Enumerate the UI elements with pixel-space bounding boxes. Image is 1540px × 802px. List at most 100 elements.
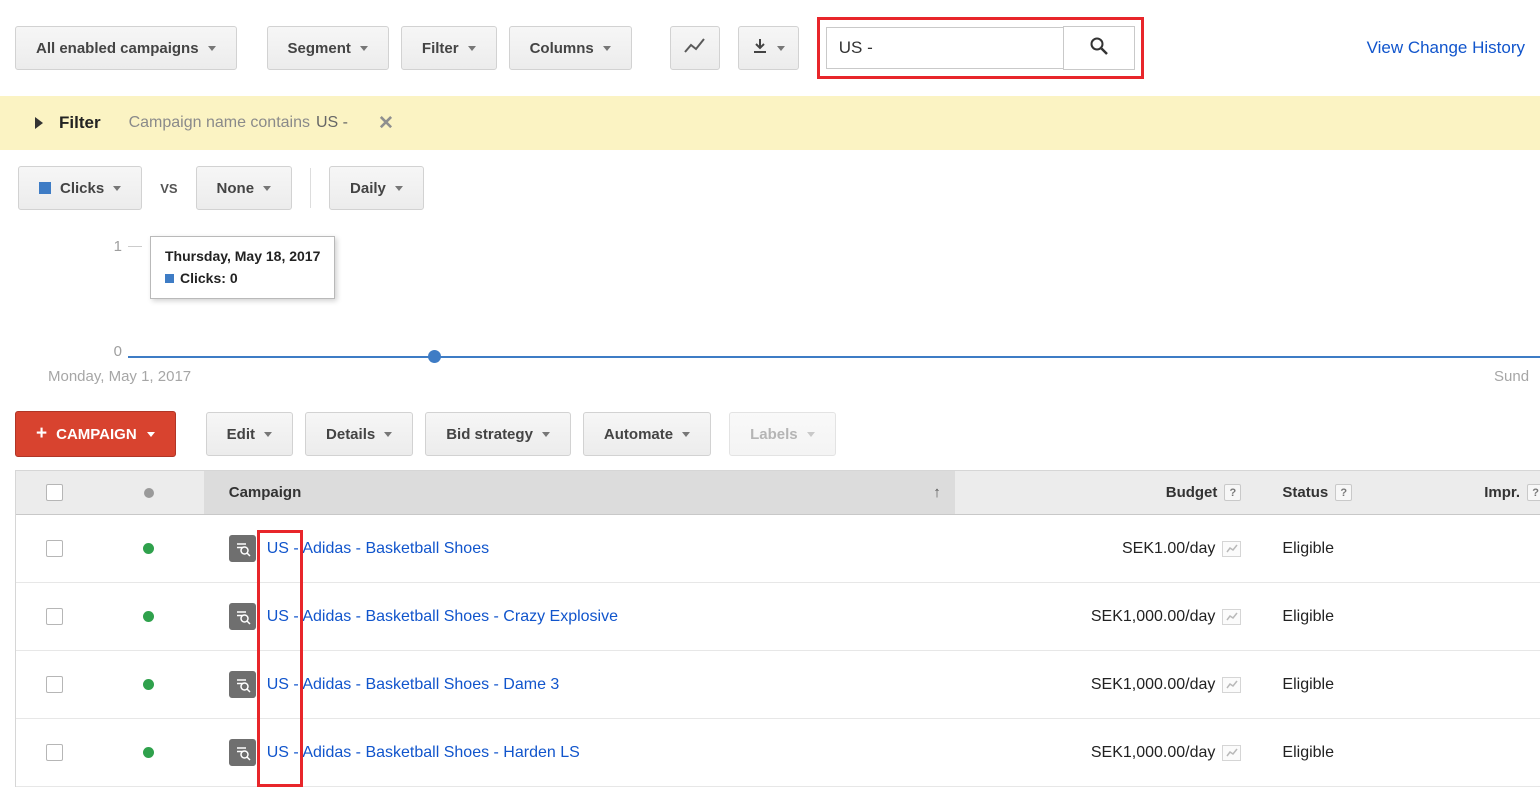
campaign-name-link[interactable]: US - Adidas - Basketball Shoes - Crazy E… bbox=[267, 608, 618, 626]
x-axis-label-start: Monday, May 1, 2017 bbox=[48, 368, 191, 385]
vs-label: VS bbox=[160, 181, 177, 196]
header-budget[interactable]: Budget ? bbox=[955, 471, 1267, 514]
action-bar: + CAMPAIGN Edit Details Bid strategy Aut… bbox=[0, 398, 1540, 470]
edit-label: Edit bbox=[227, 426, 255, 443]
search-button[interactable] bbox=[1063, 26, 1135, 70]
filter-condition-value: US - bbox=[316, 114, 348, 132]
chevron-down-icon bbox=[395, 186, 403, 191]
campaign-name-link[interactable]: US - Adidas - Basketball Shoes - Harden … bbox=[267, 744, 580, 762]
campaign-drilldown-icon[interactable] bbox=[229, 671, 256, 698]
campaign-drilldown-icon[interactable] bbox=[229, 739, 256, 766]
budget-chart-icon[interactable] bbox=[1222, 609, 1241, 625]
automate-dropdown[interactable]: Automate bbox=[583, 412, 711, 456]
y-axis-label-max: 1 bbox=[98, 238, 122, 255]
view-change-history-link[interactable]: View Change History bbox=[1367, 38, 1525, 58]
columns-label: Columns bbox=[530, 40, 594, 57]
chevron-down-icon bbox=[682, 432, 690, 437]
filter-condition: Campaign name contains bbox=[129, 114, 310, 132]
chevron-down-icon bbox=[542, 432, 550, 437]
campaign-header-label: Campaign bbox=[229, 484, 302, 501]
chart-toggle-button[interactable] bbox=[670, 26, 720, 70]
header-checkbox-cell bbox=[16, 471, 94, 514]
filter-bar: Filter Campaign name contains US - ✕ bbox=[0, 96, 1540, 150]
budget-header-label: Budget bbox=[1166, 484, 1218, 501]
chevron-down-icon bbox=[208, 46, 216, 51]
interval-dropdown[interactable]: Daily bbox=[329, 166, 424, 210]
filter-dropdown[interactable]: Filter bbox=[401, 26, 497, 70]
details-dropdown[interactable]: Details bbox=[305, 412, 413, 456]
budget-chart-icon[interactable] bbox=[1222, 541, 1241, 557]
top-toolbar: All enabled campaigns Segment Filter Col… bbox=[0, 0, 1540, 96]
budget-value: SEK1,000.00/day bbox=[1091, 744, 1216, 762]
columns-dropdown[interactable]: Columns bbox=[509, 26, 632, 70]
sort-ascending-icon: ↑ bbox=[933, 484, 941, 501]
segment-label: Segment bbox=[288, 40, 351, 57]
new-campaign-button[interactable]: + CAMPAIGN bbox=[15, 411, 176, 457]
header-status[interactable]: Status ? bbox=[1266, 471, 1406, 514]
campaign-drilldown-icon[interactable] bbox=[229, 535, 256, 562]
row-checkbox[interactable] bbox=[46, 608, 63, 625]
metric-dropdown[interactable]: Clicks bbox=[18, 166, 142, 210]
bid-strategy-label: Bid strategy bbox=[446, 426, 533, 443]
row-checkbox[interactable] bbox=[46, 744, 63, 761]
search-input[interactable] bbox=[826, 27, 1064, 69]
budget-value: SEK1,000.00/day bbox=[1091, 676, 1216, 694]
hovered-data-point[interactable] bbox=[428, 350, 441, 363]
header-impressions[interactable]: Impr. ? bbox=[1406, 471, 1540, 514]
y-axis-label-min: 0 bbox=[98, 343, 122, 360]
row-checkbox[interactable] bbox=[46, 540, 63, 557]
status-dot bbox=[143, 611, 154, 622]
tooltip-date: Thursday, May 18, 2017 bbox=[165, 246, 320, 268]
table-row: US - Adidas - Basketball Shoes - Dame 3 … bbox=[16, 651, 1540, 719]
chevron-down-icon bbox=[147, 432, 155, 437]
clicks-series-line bbox=[128, 356, 1540, 358]
expand-triangle-icon[interactable] bbox=[35, 117, 43, 129]
metric-color-swatch bbox=[39, 182, 51, 194]
help-icon[interactable]: ? bbox=[1224, 484, 1241, 501]
campaign-drilldown-icon[interactable] bbox=[229, 603, 256, 630]
x-axis-label-end: Sund bbox=[1494, 368, 1529, 385]
compare-label: None bbox=[217, 180, 255, 197]
chevron-down-icon bbox=[384, 432, 392, 437]
chevron-down-icon bbox=[360, 46, 368, 51]
segment-dropdown[interactable]: Segment bbox=[267, 26, 389, 70]
campaign-selector-dropdown[interactable]: All enabled campaigns bbox=[15, 26, 237, 70]
chart-controls: Clicks VS None Daily bbox=[0, 150, 1540, 226]
select-all-checkbox[interactable] bbox=[46, 484, 63, 501]
chevron-down-icon bbox=[263, 186, 271, 191]
budget-chart-icon[interactable] bbox=[1222, 677, 1241, 693]
tooltip-metric-row: Clicks: 0 bbox=[165, 268, 320, 290]
labels-dropdown: Labels bbox=[729, 412, 836, 456]
status-value: Eligible bbox=[1282, 676, 1334, 694]
status-value: Eligible bbox=[1282, 540, 1334, 558]
edit-dropdown[interactable]: Edit bbox=[206, 412, 293, 456]
header-campaign[interactable]: Campaign ↑ bbox=[204, 471, 955, 514]
status-dot-column-icon bbox=[144, 488, 154, 498]
automate-label: Automate bbox=[604, 426, 673, 443]
compare-metric-dropdown[interactable]: None bbox=[196, 166, 293, 210]
labels-label: Labels bbox=[750, 426, 798, 443]
chevron-down-icon bbox=[807, 432, 815, 437]
row-checkbox[interactable] bbox=[46, 676, 63, 693]
chevron-down-icon bbox=[264, 432, 272, 437]
chevron-down-icon bbox=[603, 46, 611, 51]
new-campaign-label: CAMPAIGN bbox=[56, 426, 137, 443]
y-axis-tick bbox=[128, 246, 142, 247]
campaign-name-link[interactable]: US - Adidas - Basketball Shoes - Dame 3 bbox=[267, 676, 560, 694]
filter-close-icon[interactable]: ✕ bbox=[378, 112, 394, 135]
table-row: US - Adidas - Basketball Shoes - Harden … bbox=[16, 719, 1540, 787]
interval-label: Daily bbox=[350, 180, 386, 197]
annotation-box-search bbox=[817, 17, 1144, 79]
details-label: Details bbox=[326, 426, 375, 443]
download-dropdown[interactable] bbox=[738, 26, 799, 70]
help-icon[interactable]: ? bbox=[1527, 484, 1540, 501]
bid-strategy-dropdown[interactable]: Bid strategy bbox=[425, 412, 571, 456]
status-header-label: Status bbox=[1282, 484, 1328, 501]
budget-chart-icon[interactable] bbox=[1222, 745, 1241, 761]
campaign-name-link[interactable]: US - Adidas - Basketball Shoes bbox=[267, 540, 489, 558]
help-icon[interactable]: ? bbox=[1335, 484, 1352, 501]
tooltip-metric-label: Clicks: bbox=[180, 270, 226, 286]
status-dot bbox=[143, 747, 154, 758]
budget-value: SEK1,000.00/day bbox=[1091, 608, 1216, 626]
timeseries-chart: 1 0 Thursday, May 18, 2017 Clicks: 0 Mon… bbox=[0, 226, 1540, 398]
